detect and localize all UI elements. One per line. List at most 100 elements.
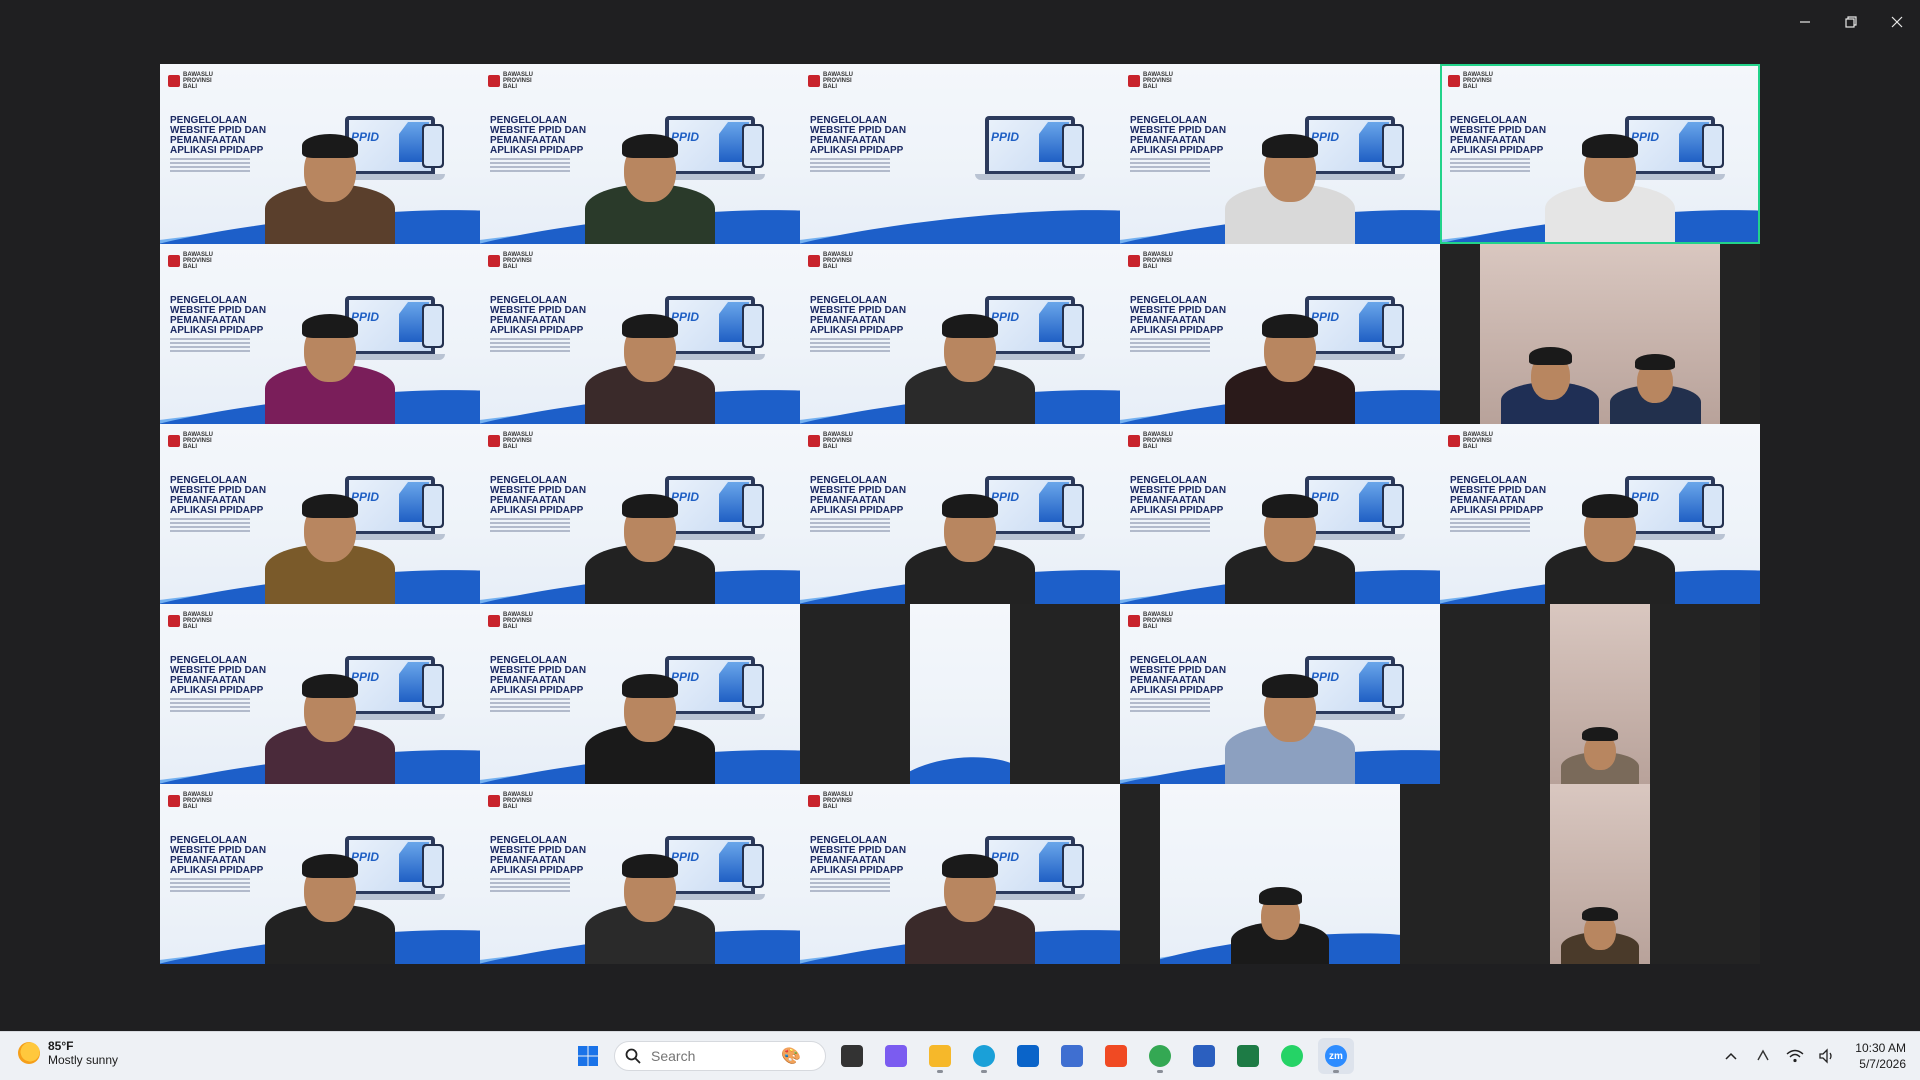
slide-org: BAWASLU PROVINSI BALI <box>503 432 533 450</box>
participant-tile-active-speaker[interactable]: BAWASLU PROVINSI BALI PENGELOLAAN WEBSIT… <box>1440 64 1760 244</box>
network-status[interactable] <box>1753 1046 1773 1066</box>
bawaslu-mark-icon <box>808 75 820 87</box>
participant-hair <box>1258 887 1302 905</box>
search-input[interactable] <box>649 1047 773 1065</box>
chrome-taskbar-button[interactable] <box>1142 1038 1178 1074</box>
bawaslu-mark-icon <box>808 255 820 267</box>
start-button[interactable] <box>570 1038 606 1074</box>
participant-camera-feed <box>1550 784 1650 964</box>
bawaslu-logo: BAWASLU PROVINSI BALI <box>488 612 537 630</box>
bawaslu-logo: BAWASLU PROVINSI BALI <box>488 252 537 270</box>
word-taskbar-button[interactable] <box>1186 1038 1222 1074</box>
bawaslu-logo: BAWASLU PROVINSI BALI <box>168 252 217 270</box>
bawaslu-logo: BAWASLU PROVINSI BALI <box>1448 72 1497 90</box>
participant-tile[interactable]: BAWASLU PROVINSI BALI PENGELOLAAN WEBSIT… <box>480 604 800 784</box>
brave-taskbar-button[interactable] <box>1098 1038 1134 1074</box>
participant-tile[interactable]: BAWASLU PROVINSI BALI PENGELOLAAN WEBSIT… <box>800 244 1120 424</box>
volume-button[interactable] <box>1817 1046 1837 1066</box>
participant-tile[interactable]: BAWASLU PROVINSI BALI PENGELOLAAN WEBSIT… <box>480 784 800 964</box>
bawaslu-logo: BAWASLU PROVINSI BALI <box>808 72 857 90</box>
slide-org: BAWASLU PROVINSI BALI <box>183 72 213 90</box>
participant-hair <box>1262 134 1318 158</box>
shared-slide-background <box>910 604 1010 784</box>
slide-subtitle-lines <box>1130 518 1210 532</box>
participant-hair <box>302 134 358 158</box>
participant-tile[interactable]: BAWASLU PROVINSI BALI PENGELOLAAN WEBSIT… <box>1120 64 1440 244</box>
bawaslu-mark-icon <box>808 795 820 807</box>
participant-tile[interactable]: BAWASLU PROVINSI BALI PENGELOLAAN WEBSIT… <box>1120 244 1440 424</box>
participant-tile[interactable] <box>1440 244 1760 424</box>
bawaslu-logo: BAWASLU PROVINSI BALI <box>168 792 217 810</box>
participant-hair <box>622 854 678 878</box>
phone-graphic <box>1382 484 1404 528</box>
participant-tile[interactable]: BAWASLU PROVINSI BALI PENGELOLAAN WEBSIT… <box>160 424 480 604</box>
slide-org: BAWASLU PROVINSI BALI <box>503 792 533 810</box>
clock[interactable]: 10:30 AM 5/7/2026 <box>1849 1040 1912 1072</box>
show-hidden-icons-button[interactable] <box>1721 1046 1741 1066</box>
participant-tile[interactable]: BAWASLU PROVINSI BALI PENGELOLAAN WEBSIT… <box>160 64 480 244</box>
slide-org: BAWASLU PROVINSI BALI <box>823 252 853 270</box>
participant-tile[interactable]: BAWASLU PROVINSI BALI PENGELOLAAN WEBSIT… <box>800 784 1120 964</box>
speaker-icon <box>1819 1048 1832 1064</box>
phone-graphic <box>422 844 444 888</box>
excel-taskbar-button[interactable] <box>1230 1038 1266 1074</box>
slide-org: BAWASLU PROVINSI BALI <box>1143 612 1173 630</box>
phone-graphic <box>1062 844 1084 888</box>
participant-tile[interactable] <box>1440 784 1760 964</box>
participant-tile[interactable]: BAWASLU PROVINSI BALI PENGELOLAAN WEBSIT… <box>1120 604 1440 784</box>
minimize-button[interactable] <box>1782 0 1828 44</box>
bawaslu-mark-icon <box>168 615 180 627</box>
slide-org: BAWASLU PROVINSI BALI <box>1143 72 1173 90</box>
ms-store-taskbar-button[interactable] <box>1054 1038 1090 1074</box>
participant-tile[interactable]: BAWASLU PROVINSI BALI PENGELOLAAN WEBSIT… <box>1440 424 1760 604</box>
running-indicator <box>1157 1070 1163 1073</box>
copilot-taskbar-button[interactable] <box>878 1038 914 1074</box>
slide-title: PENGELOLAAN WEBSITE PPID DAN PEMANFAATAN… <box>810 115 907 156</box>
participant-tile[interactable]: BAWASLU PROVINSI BALI PENGELOLAAN WEBSIT… <box>160 604 480 784</box>
shared-slide-background: BAWASLU PROVINSI BALI PENGELOLAAN WEBSIT… <box>800 64 1120 244</box>
slide-title: PENGELOLAAN WEBSITE PPID DAN PEMANFAATAN… <box>1130 475 1227 516</box>
brave-icon <box>1105 1045 1127 1067</box>
close-button[interactable] <box>1874 0 1920 44</box>
file-explorer-taskbar-button[interactable] <box>922 1038 958 1074</box>
slide-subtitle-lines <box>490 518 570 532</box>
wifi-button[interactable] <box>1785 1046 1805 1066</box>
zoom-taskbar-button[interactable]: zm <box>1318 1038 1354 1074</box>
participant-tile[interactable]: BAWASLU PROVINSI BALI PENGELOLAAN WEBSIT… <box>480 424 800 604</box>
slide-subtitle-lines <box>170 518 250 532</box>
participant-hair <box>302 494 358 518</box>
participant-tile[interactable] <box>1120 784 1440 964</box>
phone-graphic <box>1062 124 1084 168</box>
participant-tile[interactable]: BAWASLU PROVINSI BALI PENGELOLAAN WEBSIT… <box>160 784 480 964</box>
participant-tile[interactable] <box>1440 604 1760 784</box>
slide-org: BAWASLU PROVINSI BALI <box>183 792 213 810</box>
restore-button[interactable] <box>1828 0 1874 44</box>
slide-title: PENGELOLAAN WEBSITE PPID DAN PEMANFAATAN… <box>810 475 907 516</box>
slide-subtitle-lines <box>1130 698 1210 712</box>
bawaslu-logo: BAWASLU PROVINSI BALI <box>808 432 857 450</box>
whatsapp-taskbar-button[interactable] <box>1274 1038 1310 1074</box>
weather-widget[interactable]: 85°F Mostly sunny <box>18 1039 118 1067</box>
edge-taskbar-button[interactable] <box>966 1038 1002 1074</box>
outlook-taskbar-button[interactable] <box>1010 1038 1046 1074</box>
participant-hair <box>302 674 358 698</box>
bawaslu-logo: BAWASLU PROVINSI BALI <box>168 72 217 90</box>
participant-tile[interactable]: BAWASLU PROVINSI BALI PENGELOLAAN WEBSIT… <box>160 244 480 424</box>
pinned-apps: zm <box>834 1038 1354 1074</box>
slide-title: PENGELOLAAN WEBSITE PPID DAN PEMANFAATAN… <box>810 835 907 876</box>
participant-tile[interactable]: BAWASLU PROVINSI BALI PENGELOLAAN WEBSIT… <box>1120 424 1440 604</box>
slide-subtitle-lines <box>490 698 570 712</box>
participant-tile[interactable]: BAWASLU PROVINSI BALI PENGELOLAAN WEBSIT… <box>800 424 1120 604</box>
slide-org: BAWASLU PROVINSI BALI <box>183 432 213 450</box>
bawaslu-logo: BAWASLU PROVINSI BALI <box>488 432 537 450</box>
phone-graphic <box>742 844 764 888</box>
slide-subtitle-lines <box>170 698 250 712</box>
participant-tile[interactable] <box>800 604 1120 784</box>
task-view-taskbar-button[interactable] <box>834 1038 870 1074</box>
participant-tile[interactable]: BAWASLU PROVINSI BALI PENGELOLAAN WEBSIT… <box>800 64 1120 244</box>
participant-hair <box>942 494 998 518</box>
taskbar-search[interactable]: 🎨 <box>614 1041 826 1071</box>
bawaslu-logo: BAWASLU PROVINSI BALI <box>168 612 217 630</box>
participant-tile[interactable]: BAWASLU PROVINSI BALI PENGELOLAAN WEBSIT… <box>480 64 800 244</box>
participant-tile[interactable]: BAWASLU PROVINSI BALI PENGELOLAAN WEBSIT… <box>480 244 800 424</box>
